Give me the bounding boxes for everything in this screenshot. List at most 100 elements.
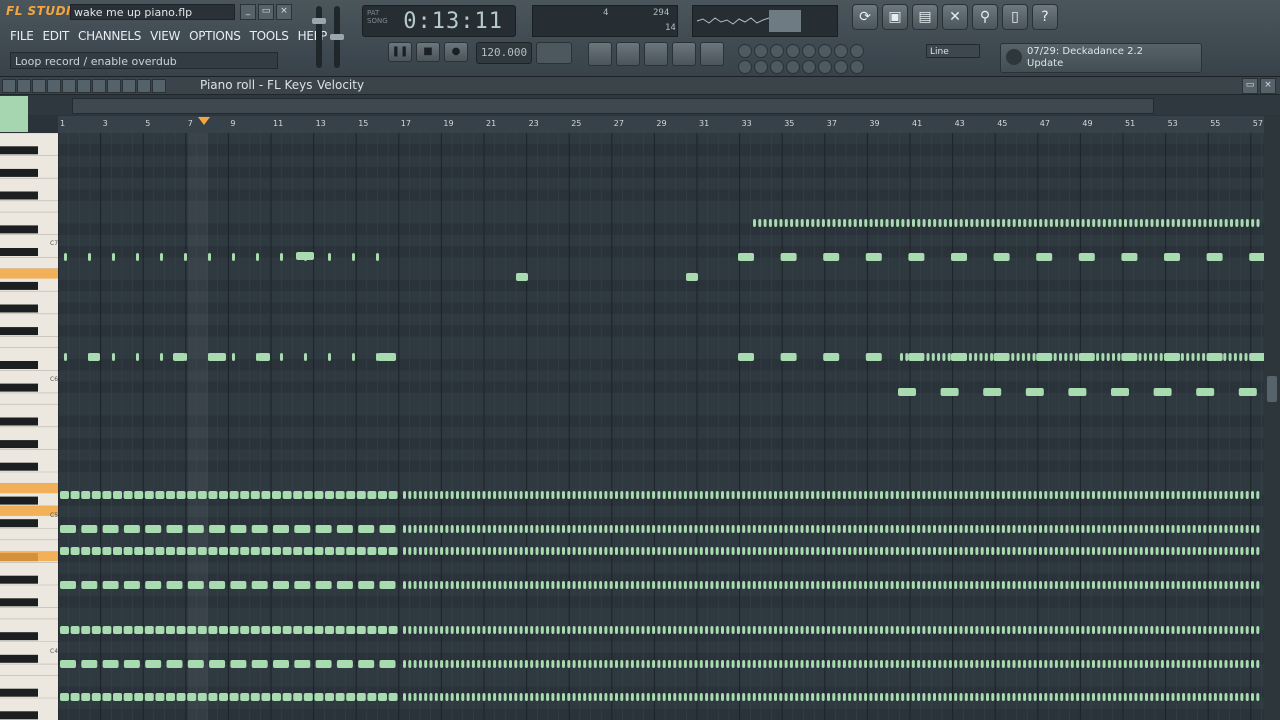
note[interactable]	[604, 525, 608, 533]
note[interactable]	[1208, 581, 1212, 589]
note[interactable]	[970, 581, 974, 589]
note[interactable]	[615, 525, 618, 533]
note[interactable]	[429, 626, 433, 634]
note[interactable]	[593, 525, 597, 533]
note[interactable]	[583, 693, 587, 701]
note[interactable]	[450, 491, 454, 499]
note[interactable]	[1044, 547, 1048, 555]
note[interactable]	[1166, 581, 1170, 589]
note[interactable]	[197, 693, 207, 701]
note[interactable]	[954, 581, 958, 589]
note[interactable]	[990, 353, 994, 361]
note[interactable]	[208, 693, 218, 701]
note[interactable]	[583, 626, 587, 634]
note[interactable]	[567, 525, 571, 533]
note[interactable]	[524, 491, 528, 499]
note[interactable]	[273, 525, 289, 533]
note[interactable]	[1219, 581, 1223, 589]
note[interactable]	[668, 491, 671, 499]
note[interactable]	[1076, 660, 1080, 668]
zoom-icon[interactable]	[122, 79, 136, 93]
note[interactable]	[1145, 491, 1148, 499]
note[interactable]	[1235, 525, 1239, 533]
note[interactable]	[232, 253, 235, 261]
note[interactable]	[784, 547, 788, 555]
note[interactable]	[1107, 581, 1111, 589]
note[interactable]	[731, 547, 735, 555]
note[interactable]	[993, 253, 1010, 261]
note[interactable]	[816, 491, 820, 499]
note[interactable]	[1219, 547, 1223, 555]
note[interactable]	[800, 491, 804, 499]
note[interactable]	[577, 626, 581, 634]
note[interactable]	[964, 525, 968, 533]
note[interactable]	[1065, 491, 1069, 499]
note[interactable]	[1001, 693, 1005, 701]
note[interactable]	[1192, 525, 1196, 533]
note[interactable]	[551, 491, 555, 499]
note[interactable]	[1033, 626, 1037, 634]
note[interactable]	[424, 626, 428, 634]
note[interactable]	[938, 525, 942, 533]
note[interactable]	[1251, 219, 1255, 227]
note[interactable]	[546, 491, 550, 499]
note[interactable]	[1134, 525, 1138, 533]
note[interactable]	[705, 660, 709, 668]
note[interactable]	[890, 660, 894, 668]
note[interactable]	[1064, 353, 1068, 361]
note[interactable]	[113, 693, 122, 701]
note[interactable]	[514, 626, 518, 634]
note[interactable]	[424, 547, 428, 555]
note[interactable]	[346, 547, 356, 555]
note[interactable]	[1229, 491, 1233, 499]
note[interactable]	[823, 353, 840, 361]
note[interactable]	[134, 693, 144, 701]
note[interactable]	[652, 660, 656, 668]
note[interactable]	[615, 491, 618, 499]
note[interactable]	[1054, 547, 1058, 555]
note[interactable]	[705, 547, 709, 555]
note[interactable]	[280, 353, 283, 361]
note[interactable]	[880, 491, 883, 499]
note[interactable]	[922, 581, 926, 589]
note[interactable]	[742, 581, 746, 589]
note[interactable]	[699, 626, 703, 634]
note[interactable]	[736, 525, 740, 533]
note[interactable]	[482, 491, 486, 499]
note[interactable]	[1065, 626, 1069, 634]
note[interactable]	[1118, 525, 1122, 533]
note[interactable]	[503, 660, 507, 668]
note[interactable]	[986, 525, 989, 533]
note[interactable]	[1224, 547, 1228, 555]
note[interactable]	[848, 660, 852, 668]
note[interactable]	[60, 491, 69, 499]
black-key[interactable]	[0, 440, 38, 449]
note[interactable]	[367, 491, 377, 499]
note[interactable]	[874, 581, 878, 589]
note[interactable]	[646, 660, 650, 668]
note[interactable]	[1176, 491, 1180, 499]
black-key[interactable]	[0, 383, 38, 392]
note[interactable]	[726, 626, 730, 634]
note[interactable]	[890, 626, 894, 634]
note[interactable]	[166, 581, 183, 589]
note[interactable]	[88, 353, 100, 361]
step-sequencer-icon[interactable]	[616, 42, 640, 66]
note[interactable]	[1251, 491, 1254, 499]
note[interactable]	[1159, 353, 1163, 361]
note[interactable]	[258, 353, 270, 361]
note[interactable]	[1170, 353, 1174, 361]
note[interactable]	[1208, 660, 1212, 668]
note[interactable]	[885, 525, 889, 533]
note[interactable]	[689, 547, 693, 555]
note[interactable]	[583, 547, 587, 555]
note[interactable]	[615, 581, 618, 589]
note[interactable]	[1107, 525, 1111, 533]
note[interactable]	[466, 547, 470, 555]
note[interactable]	[774, 219, 778, 227]
note[interactable]	[1145, 693, 1148, 701]
note[interactable]	[1076, 491, 1080, 499]
note[interactable]	[657, 693, 661, 701]
note[interactable]	[954, 693, 958, 701]
note[interactable]	[378, 626, 387, 634]
